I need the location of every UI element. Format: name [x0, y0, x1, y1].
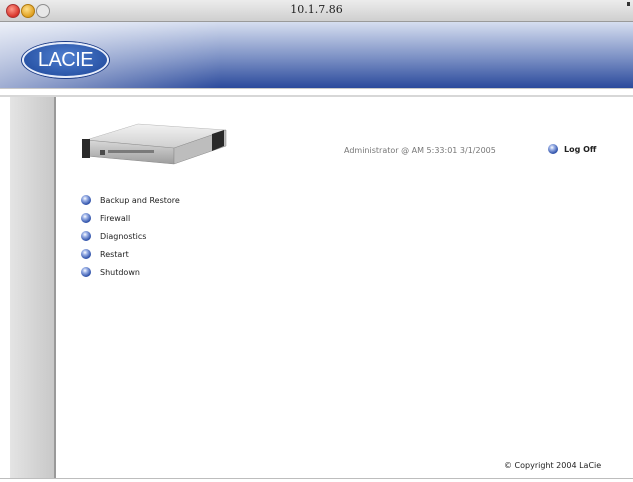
- menu-item-restart[interactable]: Restart: [81, 245, 180, 263]
- blue-orb-icon: [81, 267, 91, 277]
- header-divider: [0, 88, 633, 95]
- copyright-text: © Copyright 2004 LaCie: [504, 461, 602, 470]
- menu-item-label: Restart: [100, 249, 129, 259]
- nas-device-image: [82, 123, 227, 165]
- window-title: 10.1.7.86: [290, 3, 343, 16]
- bottom-border: [0, 478, 633, 479]
- left-sidebar-gutter: [10, 97, 55, 478]
- menu-item-shutdown[interactable]: Shutdown: [81, 263, 180, 281]
- menu-item-label: Backup and Restore: [100, 195, 180, 205]
- toolbar-toggle-icon[interactable]: [627, 2, 630, 6]
- logoff-label: Log Off: [564, 144, 597, 154]
- blue-orb-icon: [81, 195, 91, 205]
- blue-orb-icon: [81, 249, 91, 259]
- menu-item-diagnostics[interactable]: Diagnostics: [81, 227, 180, 245]
- blue-orb-icon: [81, 231, 91, 241]
- lacie-logo: LACIE: [22, 42, 109, 78]
- blue-orb-icon: [81, 213, 91, 223]
- menu-item-label: Firewall: [100, 213, 131, 223]
- menu-item-backup-restore[interactable]: Backup and Restore: [81, 191, 180, 209]
- logoff-link[interactable]: Log Off: [548, 142, 596, 156]
- menu-item-firewall[interactable]: Firewall: [81, 209, 180, 227]
- menu-item-label: Diagnostics: [100, 231, 147, 241]
- session-info: Administrator @ AM 5:33:01 3/1/2005: [344, 146, 496, 155]
- window-titlebar: 10.1.7.86: [0, 0, 633, 22]
- logoff-orb-icon: [548, 144, 558, 154]
- main-menu: Backup and Restore Firewall Diagnostics …: [81, 191, 180, 281]
- menu-item-label: Shutdown: [100, 267, 140, 277]
